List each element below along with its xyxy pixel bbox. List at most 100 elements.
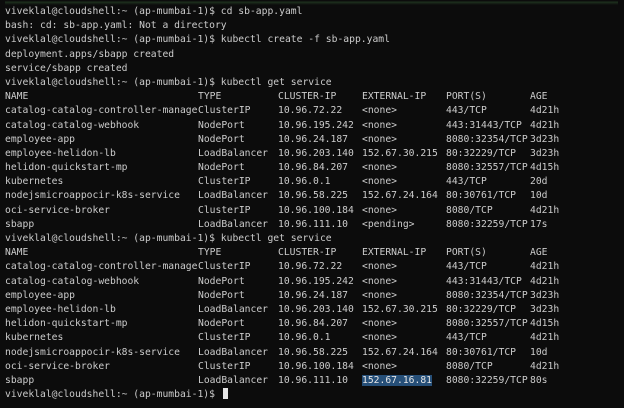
cell-cluster-ip: 10.96.24.187 [278, 133, 348, 145]
cell-type: LoadBalancer [198, 218, 268, 230]
cell-ports: 80:32229/TCP [446, 303, 516, 315]
cell-ports: 443:31443/TCP [446, 119, 522, 131]
cell-external-ip: <none> [362, 275, 397, 287]
cell-name: nodejsmicroappocir-k8s-service [5, 190, 180, 202]
selected-external-ip[interactable]: 152.67.16.81 [362, 374, 432, 386]
cell-name: catalog-catalog-webhook [5, 275, 140, 287]
cell-name: employee-app [5, 133, 75, 145]
cell-external-ip: <pending> [362, 218, 415, 230]
cell-type: NodePort [198, 162, 245, 174]
cell-cluster-ip: 10.96.58.225 [278, 346, 348, 358]
cell-ports: PORT(S) [446, 91, 487, 103]
cell-ports: 8080/TCP [446, 360, 493, 372]
cell-external-ip: <none> [362, 105, 397, 117]
cell-age: AGE [530, 247, 548, 259]
cell-external-ip: <none> [362, 133, 397, 145]
cell-age: 10d [530, 346, 548, 358]
cell-name: NAME [5, 247, 29, 259]
table-row: kubernetes ClusterIP 10.96.0.1 <none> 443/TC… [5, 331, 618, 345]
text-cursor[interactable] [222, 388, 228, 400]
cell-name: oci-service-broker [5, 204, 110, 216]
cell-cluster-ip: 10.96.195.242 [278, 275, 354, 287]
cell-external-ip: EXTERNAL-IP [362, 247, 427, 259]
cell-type: LoadBalancer [198, 303, 268, 315]
cell-external-ip: 152.67.30.215 [362, 303, 438, 315]
table-row: employee-helidon-lb LoadBalancer 10.96.203… [5, 147, 618, 161]
cell-name: catalog-catalog-controller-manager [5, 105, 198, 117]
cell-age: 4d21h [530, 261, 560, 273]
cell-ports: PORT(S) [446, 247, 487, 259]
cell-name: kubernetes [5, 332, 64, 344]
cell-age: 80s [530, 374, 548, 386]
table-header-row: NAME TYPE CLUSTER-IP EXTERNAL-IP PORT(S) AGE [5, 90, 618, 104]
cell-external-ip: <none> [362, 332, 397, 344]
cell-type: LoadBalancer [198, 190, 268, 202]
table-row: catalog-catalog-controller-manager Cluste… [5, 260, 618, 274]
cell-cluster-ip: 10.96.72.22 [278, 261, 343, 273]
cell-type: NodePort [198, 318, 245, 330]
cell-ports: 8080:32354/TCP [446, 133, 528, 145]
cell-age: AGE [530, 91, 548, 103]
cell-type: TYPE [198, 247, 222, 259]
cell-cluster-ip: 10.96.111.10 [278, 218, 348, 230]
cell-cluster-ip: CLUSTER-IP [278, 247, 337, 259]
cell-age: 4d21h [530, 332, 560, 344]
cell-type: TYPE [198, 91, 222, 103]
cell-external-ip: <none> [362, 119, 397, 131]
cell-age: 17s [530, 218, 548, 230]
terminal-line: viveklal@cloudshell:~ (ap-mumbai-1)$ cd … [5, 6, 303, 17]
cell-name: employee-helidon-lb [5, 147, 116, 159]
cell-external-ip: 152.67.24.164 [362, 190, 438, 202]
table-header-row: NAME TYPE CLUSTER-IP EXTERNAL-IP PORT(S) AGE [5, 246, 618, 260]
cell-external-ip: <none> [362, 162, 397, 174]
cell-age: 10d [530, 190, 548, 202]
cell-ports: 8080:32259/TCP [446, 374, 528, 386]
terminal-line: service/sbapp created [5, 62, 128, 74]
cell-cluster-ip: CLUSTER-IP [278, 91, 337, 103]
table-row: nodejsmicroappocir-k8s-service LoadBalanc… [5, 346, 618, 360]
cell-ports: 443/TCP [446, 332, 487, 344]
table-row: employee-helidon-lb LoadBalancer 10.96.203… [5, 303, 618, 317]
cell-cluster-ip: 10.96.203.140 [278, 147, 354, 159]
cell-external-ip: <none> [362, 289, 397, 301]
table-row: oci-service-broker ClusterIP 10.96.100.184… [5, 204, 618, 218]
cell-cluster-ip: 10.96.24.187 [278, 289, 348, 301]
table-row: nodejsmicroappocir-k8s-service LoadBalanc… [5, 189, 618, 203]
cell-name: sbapp [5, 218, 35, 230]
terminal-line: deployment.apps/sbapp created [5, 48, 175, 60]
cell-age: 4d15h [530, 162, 560, 174]
cell-age: 3d23h [530, 133, 560, 145]
terminal-window[interactable]: viveklal@cloudshell:~ (ap-mumbai-1)$ cd … [0, 0, 624, 408]
cell-type: ClusterIP [198, 261, 251, 273]
cell-cluster-ip: 10.96.0.1 [278, 176, 331, 188]
cell-external-ip: 152.67.30.215 [362, 147, 438, 159]
cell-cluster-ip: 10.96.111.10 [278, 374, 348, 386]
table-row: helidon-quickstart-mp NodePort 10.96.84.20… [5, 317, 618, 331]
cell-type: NodePort [198, 289, 245, 301]
table-row: catalog-catalog-webhook NodePort 10.96.195… [5, 275, 618, 289]
cell-external-ip: <none> [362, 176, 397, 188]
cell-age: 3d23h [530, 303, 560, 315]
cell-ports: 8080:32557/TCP [446, 162, 528, 174]
cell-age: 20d [530, 176, 548, 188]
cell-ports: 443/TCP [446, 176, 487, 188]
table-row: sbapp LoadBalancer 10.96.111.10 152.67.16.8… [5, 374, 618, 388]
table-row: employee-app NodePort 10.96.24.187 <none> 80… [5, 133, 618, 147]
terminal-output: viveklal@cloudshell:~ (ap-mumbai-1)$ cd … [5, 5, 618, 402]
active-prompt-line: viveklal@cloudshell:~ (ap-mumbai-1)$ [5, 388, 618, 402]
cell-external-ip: <none> [362, 261, 397, 273]
cell-cluster-ip: 10.96.100.184 [278, 204, 354, 216]
cell-age: 3d23h [530, 147, 560, 159]
cell-ports: 443/TCP [446, 105, 487, 117]
cell-type: ClusterIP [198, 105, 251, 117]
cell-type: ClusterIP [198, 176, 251, 188]
cell-ports: 8080:32557/TCP [446, 318, 528, 330]
cell-name: NAME [5, 91, 29, 103]
table-row: kubernetes ClusterIP 10.96.0.1 <none> 443/TC… [5, 175, 618, 189]
cell-name: helidon-quickstart-mp [5, 162, 128, 174]
table-row: catalog-catalog-webhook NodePort 10.96.195… [5, 119, 618, 133]
cell-age: 4d21h [530, 360, 560, 372]
cell-cluster-ip: 10.96.84.207 [278, 162, 348, 174]
terminal-line: bash: cd: sb-app.yaml: Not a directory [5, 20, 227, 32]
cell-ports: 443/TCP [446, 261, 487, 273]
